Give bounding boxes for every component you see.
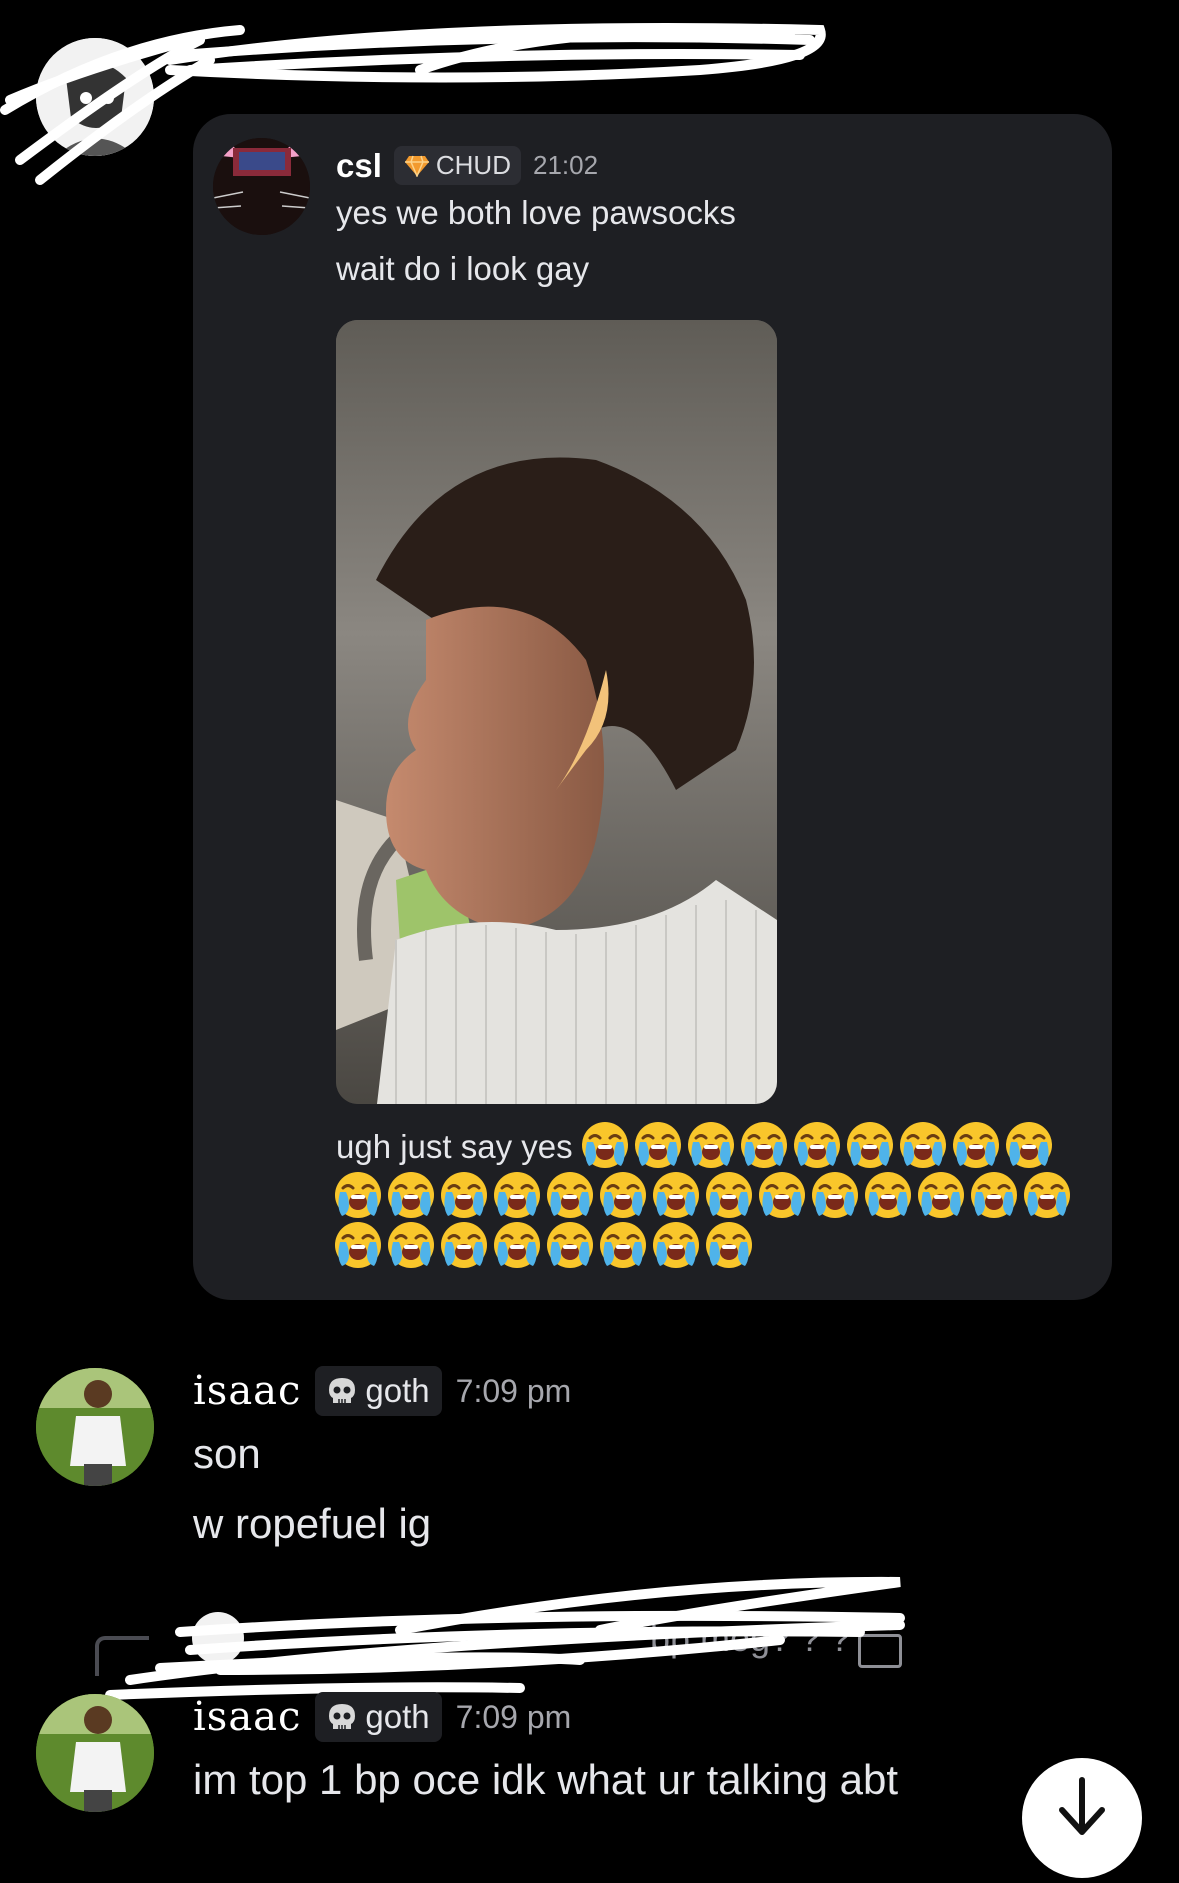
arrow-down-icon bbox=[1059, 1777, 1105, 1835]
isaac-timestamp: 7:09 pm bbox=[455, 1698, 572, 1735]
loudly-crying-face-icon bbox=[1006, 1122, 1052, 1168]
loudly-crying-face-icon bbox=[953, 1122, 999, 1168]
loudly-crying-face-icon bbox=[582, 1122, 628, 1168]
loudly-crying-face-icon bbox=[900, 1122, 946, 1168]
scribbled-avatar[interactable] bbox=[36, 38, 154, 156]
isaac-username[interactable]: isaac bbox=[193, 1694, 301, 1740]
attached-photo[interactable] bbox=[336, 320, 777, 1104]
csl-avatar[interactable] bbox=[213, 138, 310, 235]
loudly-crying-face-icon bbox=[388, 1172, 434, 1218]
loudly-crying-face-icon bbox=[600, 1222, 646, 1268]
loudly-crying-face-icon bbox=[494, 1172, 540, 1218]
scribble-redaction bbox=[105, 1576, 905, 1700]
chud-tag[interactable]: CHUD bbox=[393, 146, 521, 185]
loudly-crying-face-icon bbox=[335, 1172, 381, 1218]
loudly-crying-face-icon bbox=[441, 1222, 487, 1268]
goth-tag[interactable]: goth bbox=[315, 1366, 442, 1416]
loudly-crying-face-icon bbox=[547, 1172, 593, 1218]
csl-timestamp: 21:02 bbox=[532, 150, 599, 180]
loudly-crying-face-icon bbox=[865, 1172, 911, 1218]
loudly-crying-face-icon bbox=[494, 1222, 540, 1268]
loudly-crying-face-icon bbox=[706, 1172, 752, 1218]
message-text: w ropefuel ig bbox=[193, 1500, 432, 1547]
goth-tag-label: goth bbox=[365, 1698, 430, 1735]
message-text: son bbox=[193, 1430, 261, 1477]
loudly-crying-face-icon bbox=[971, 1172, 1017, 1218]
gem-icon bbox=[404, 155, 429, 177]
loudly-crying-face-icon bbox=[741, 1122, 787, 1168]
chud-tag-label: CHUD bbox=[435, 150, 511, 180]
loudly-crying-face-icon bbox=[1024, 1172, 1070, 1218]
forwarded-message-line: wait do i look gay bbox=[336, 250, 590, 287]
loudly-crying-face-icon bbox=[635, 1122, 681, 1168]
loudly-crying-face-icon bbox=[335, 1222, 381, 1268]
loudly-crying-face-icon bbox=[794, 1122, 840, 1168]
loudly-crying-face-icon bbox=[918, 1172, 964, 1218]
loudly-crying-face-icon bbox=[441, 1172, 487, 1218]
scroll-to-bottom-button[interactable] bbox=[1022, 1758, 1142, 1878]
isaac-avatar[interactable] bbox=[36, 1368, 154, 1486]
isaac-timestamp: 7:09 pm bbox=[455, 1372, 572, 1409]
isaac-username[interactable]: isaac bbox=[193, 1368, 301, 1414]
skull-icon bbox=[329, 1378, 356, 1403]
loudly-crying-face-icon bbox=[759, 1172, 805, 1218]
loudly-crying-face-icon bbox=[547, 1222, 593, 1268]
loudly-crying-face-icon bbox=[688, 1122, 734, 1168]
loudly-crying-face-icon bbox=[600, 1172, 646, 1218]
loudly-crying-face-icon bbox=[812, 1172, 858, 1218]
loudly-crying-face-icon bbox=[388, 1222, 434, 1268]
forwarded-message-line: ugh just say yes bbox=[336, 1128, 573, 1165]
loudly-crying-face-icon bbox=[653, 1222, 699, 1268]
forwarded-message-line: yes we both love pawsocks bbox=[336, 194, 736, 231]
message-text: im top 1 bp oce idk what ur talking abt bbox=[193, 1756, 899, 1803]
loudly-crying-face-icon bbox=[706, 1222, 752, 1268]
skull-icon bbox=[329, 1704, 356, 1729]
goth-tag[interactable]: goth bbox=[315, 1692, 442, 1742]
loudly-crying-face-icon bbox=[653, 1172, 699, 1218]
goth-tag-label: goth bbox=[365, 1372, 430, 1409]
isaac-avatar[interactable] bbox=[36, 1694, 154, 1812]
csl-username[interactable]: csl bbox=[336, 147, 382, 185]
loudly-crying-face-icon bbox=[847, 1122, 893, 1168]
